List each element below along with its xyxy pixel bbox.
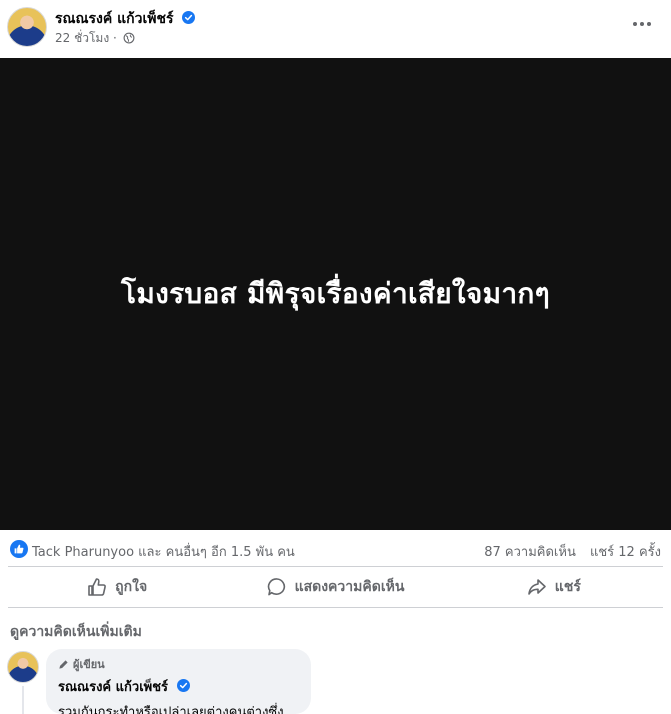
more-horizontal-icon — [633, 22, 651, 26]
shares-count[interactable]: แชร์ 12 ครั้ง — [590, 545, 661, 560]
comment-author-name[interactable]: รณณรงค์ แก้วเพ็ชร์ — [58, 680, 168, 695]
share-icon — [527, 579, 546, 595]
globe-icon — [123, 32, 135, 44]
author-badge-label: ผู้เขียน — [73, 658, 105, 671]
reactors-summary[interactable]: Tack Pharunyoo และ คนอื่นๆ อีก 1.5 พัน ค… — [32, 541, 295, 562]
comment-button[interactable]: แสดงความคิดเห็น — [226, 569, 444, 605]
post-stats: Tack Pharunyoo และ คนอื่นๆ อีก 1.5 พัน ค… — [0, 537, 671, 561]
comment-text: รวมกันกระทำหรือเปล่าเลยต่างคนต่างซึ่ง — [58, 705, 284, 714]
meta-separator: · — [113, 31, 117, 45]
post-meta: 22 ชั่วโมง · — [55, 29, 135, 48]
comments-count[interactable]: 87 ความคิดเห็น — [484, 545, 576, 560]
author-name-row: รณณรงค์ แก้วเพ็ชร์ — [55, 8, 196, 30]
divider — [8, 607, 663, 608]
author-name[interactable]: รณณรงค์ แก้วเพ็ชร์ — [55, 11, 174, 27]
like-button[interactable]: ถูกใจ — [8, 569, 226, 605]
more-options-button[interactable] — [627, 12, 657, 36]
post-actions: ถูกใจ แสดงความคิดเห็น แชร์ — [8, 569, 663, 605]
comment-bubble: ผู้เขียน รณณรงค์ แก้วเพ็ชร์ รวมกันกระทำห… — [46, 649, 311, 714]
like-label: ถูกใจ — [115, 579, 148, 595]
share-button[interactable]: แชร์ — [445, 569, 663, 605]
like-icon — [88, 578, 107, 596]
share-label: แชร์ — [554, 579, 581, 595]
view-more-comments-link[interactable]: ดูความคิดเห็นเพิ่มเติม — [10, 621, 142, 643]
post-header: รณณรงค์ แก้วเพ็ชร์ 22 ชั่วโมง · — [0, 0, 671, 58]
verified-badge-icon — [182, 11, 196, 24]
engagement-counts: 87 ความคิดเห็น แชร์ 12 ครั้ง — [474, 541, 661, 562]
post-media-image[interactable]: โมงรบอส มีพิรุจเรื่องค่าเสียใจมากๆ — [0, 58, 671, 530]
pencil-icon — [59, 659, 68, 669]
author-avatar[interactable] — [7, 7, 47, 47]
like-reaction-icon[interactable] — [10, 540, 28, 558]
media-caption-text: โมงรบอส มีพิรุจเรื่องค่าเสียใจมากๆ — [121, 277, 550, 310]
verified-badge-icon — [176, 679, 190, 692]
comment-icon — [267, 578, 285, 596]
author-badge: ผู้เขียน — [58, 655, 299, 673]
comment-label: แสดงความคิดเห็น — [294, 579, 405, 595]
comment-thread-line — [22, 686, 24, 714]
post-time[interactable]: 22 ชั่วโมง — [55, 31, 109, 45]
divider — [8, 566, 663, 567]
comment-author-row: รณณรงค์ แก้วเพ็ชร์ — [58, 676, 299, 697]
commenter-avatar[interactable] — [7, 651, 39, 683]
